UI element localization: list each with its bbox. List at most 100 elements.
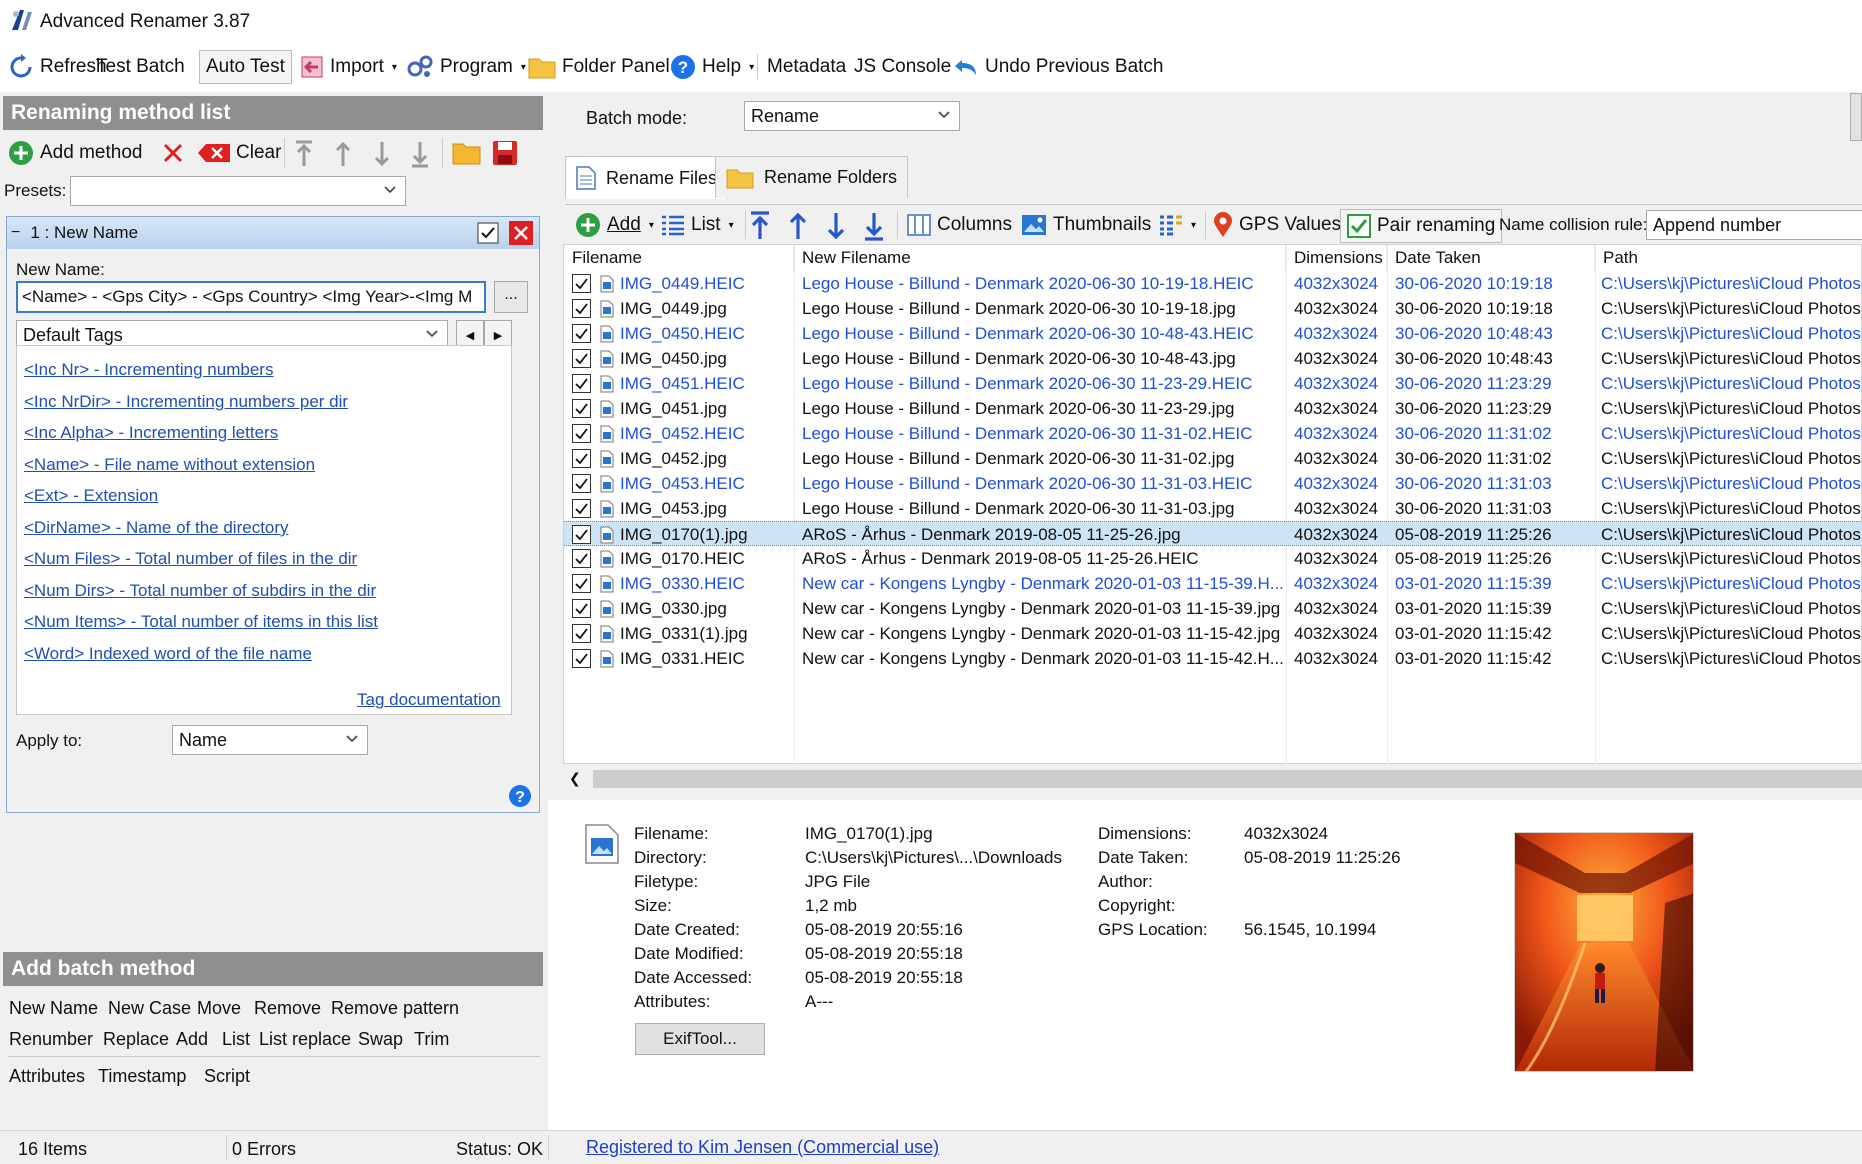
scrollbar-thumb[interactable]	[593, 770, 1862, 788]
column-header-path[interactable]: Path	[1595, 245, 1862, 271]
batch-method-replace[interactable]: Replace	[103, 1029, 169, 1050]
tab-rename-files[interactable]: Rename Files	[565, 156, 729, 199]
tag-link[interactable]: <Inc NrDir> - Incrementing numbers per d…	[24, 392, 348, 412]
new-name-input[interactable]: <Name> - <Gps City> - <Gps Country> <Img…	[16, 281, 486, 313]
auto-test-toggle[interactable]: Auto Test	[199, 50, 292, 84]
table-row[interactable]: IMG_0450.HEIC Lego House - Billund - Denm…	[564, 321, 1862, 346]
method-help-icon[interactable]: ?	[508, 784, 532, 808]
row-checkbox[interactable]	[572, 271, 591, 296]
row-checkbox[interactable]	[572, 596, 591, 621]
folder-panel-button[interactable]: Folder Panel	[528, 46, 670, 88]
row-checkbox[interactable]	[572, 396, 591, 421]
table-row[interactable]: IMG_0451.HEIC Lego House - Billund - Denm…	[564, 371, 1862, 396]
batch-method-new-name[interactable]: New Name	[9, 998, 98, 1019]
program-menu[interactable]: Program ▾	[406, 46, 526, 88]
scroll-left-icon[interactable]: ❮	[569, 770, 581, 787]
view-mode-menu[interactable]: ▾	[1159, 205, 1196, 245]
thumbnails-button[interactable]: Thumbnails	[1021, 205, 1151, 245]
pair-renaming-toggle[interactable]: Pair renaming	[1340, 209, 1503, 243]
batch-method-attributes[interactable]: Attributes	[9, 1066, 85, 1087]
js-console-button[interactable]: JS Console	[854, 46, 951, 88]
row-checkbox[interactable]	[572, 371, 591, 396]
method-enabled-checkbox[interactable]	[477, 222, 499, 244]
row-checkbox[interactable]	[572, 546, 591, 571]
tag-link[interactable]: <Inc Nr> - Incrementing numbers	[24, 360, 273, 380]
batch-method-list[interactable]: List	[222, 1029, 250, 1050]
browse-button[interactable]: ...	[494, 281, 528, 313]
tag-link[interactable]: <Word> Indexed word of the file name	[24, 644, 312, 664]
move-down-icon[interactable]	[372, 140, 392, 168]
move-bottom-icon[interactable]	[410, 140, 430, 168]
move-top-icon[interactable]	[294, 140, 314, 168]
tag-documentation-link[interactable]: Tag documentation	[357, 690, 501, 710]
tab-rename-folders[interactable]: Rename Folders	[715, 156, 909, 198]
row-checkbox[interactable]	[572, 296, 591, 321]
method-header[interactable]: − 1 : New Name	[7, 217, 539, 249]
tag-link[interactable]: <DirName> - Name of the directory	[24, 518, 289, 538]
table-row[interactable]: IMG_0170.HEIC ARoS - Århus - Denmark 2019…	[564, 546, 1862, 571]
horizontal-scrollbar[interactable]: ❮	[563, 764, 1862, 794]
row-checkbox[interactable]	[572, 446, 591, 471]
delete-icon[interactable]	[162, 142, 184, 164]
row-checkbox[interactable]	[572, 496, 591, 521]
tag-link[interactable]: <Ext> - Extension	[24, 486, 158, 506]
table-row[interactable]: IMG_0331(1).jpg New car - Kongens Lyngby …	[564, 621, 1862, 646]
column-header-new-filename[interactable]: New Filename	[794, 245, 1286, 271]
move-up-icon[interactable]	[787, 211, 809, 241]
name-collision-dropdown[interactable]: Append number	[1646, 210, 1862, 240]
batch-method-new-case[interactable]: New Case	[108, 998, 191, 1019]
move-bottom-icon[interactable]	[863, 211, 885, 241]
move-up-icon[interactable]	[333, 140, 353, 168]
add-method-button[interactable]: Add method	[8, 134, 142, 172]
batch-method-swap[interactable]: Swap	[358, 1029, 403, 1050]
help-menu[interactable]: ? Help ▾	[670, 46, 754, 88]
batch-method-list-replace[interactable]: List replace	[259, 1029, 351, 1050]
collapse-icon[interactable]: −	[11, 224, 20, 242]
batch-method-timestamp[interactable]: Timestamp	[98, 1066, 186, 1087]
tag-link[interactable]: <Num Files> - Total number of files in t…	[24, 549, 357, 569]
refresh-button[interactable]: Refresh	[8, 46, 107, 88]
registration-link[interactable]: Registered to Kim Jensen (Commercial use…	[586, 1137, 939, 1158]
row-checkbox[interactable]	[572, 471, 591, 496]
table-row[interactable]: IMG_0452.jpg Lego House - Billund - Denma…	[564, 446, 1862, 471]
table-row[interactable]: IMG_0449.jpg Lego House - Billund - Denma…	[564, 296, 1862, 321]
save-icon[interactable]	[492, 140, 518, 166]
table-row[interactable]: IMG_0330.HEIC New car - Kongens Lyngby - …	[564, 571, 1862, 596]
column-header-filename[interactable]: Filename	[564, 245, 794, 271]
table-row[interactable]: IMG_0450.jpg Lego House - Billund - Denma…	[564, 346, 1862, 371]
tag-link[interactable]: <Num Dirs> - Total number of subdirs in …	[24, 581, 376, 601]
table-row[interactable]: IMG_0451.jpg Lego House - Billund - Denma…	[564, 396, 1862, 421]
import-menu[interactable]: Import ▾	[300, 46, 397, 88]
batch-mode-dropdown[interactable]: Rename	[744, 101, 960, 131]
batch-method-trim[interactable]: Trim	[414, 1029, 449, 1050]
batch-method-add[interactable]: Add	[176, 1029, 208, 1050]
start-batch-button[interactable]	[1850, 93, 1862, 141]
open-folder-icon[interactable]	[452, 140, 482, 166]
table-row[interactable]: IMG_0453.HEIC Lego House - Billund - Denm…	[564, 471, 1862, 496]
column-header-date-taken[interactable]: Date Taken	[1387, 245, 1595, 271]
row-checkbox[interactable]	[572, 646, 591, 671]
batch-method-renumber[interactable]: Renumber	[9, 1029, 93, 1050]
exiftool-button[interactable]: ExifTool...	[635, 1023, 765, 1055]
column-header-dimensions[interactable]: Dimensions	[1286, 245, 1387, 271]
gps-values-button[interactable]: GPS Values	[1213, 205, 1341, 245]
row-checkbox[interactable]	[572, 522, 591, 547]
batch-method-script[interactable]: Script	[204, 1066, 250, 1087]
method-remove-button[interactable]	[509, 221, 533, 245]
row-checkbox[interactable]	[572, 346, 591, 371]
clear-button[interactable]: Clear	[198, 134, 281, 172]
apply-to-dropdown[interactable]: Name	[172, 725, 368, 755]
batch-method-remove[interactable]: Remove	[254, 998, 321, 1019]
table-row[interactable]: IMG_0330.jpg New car - Kongens Lyngby - D…	[564, 596, 1862, 621]
tag-link[interactable]: <Inc Alpha> - Incrementing letters	[24, 423, 278, 443]
row-checkbox[interactable]	[572, 621, 591, 646]
move-top-icon[interactable]	[749, 211, 771, 241]
table-row[interactable]: IMG_0331.HEIC New car - Kongens Lyngby - …	[564, 646, 1862, 671]
add-files-menu[interactable]: Add ▾	[575, 205, 654, 245]
presets-dropdown[interactable]	[70, 176, 406, 206]
row-checkbox[interactable]	[572, 421, 591, 446]
tag-link[interactable]: <Name> - File name without extension	[24, 455, 315, 475]
undo-previous-batch-button[interactable]: Undo Previous Batch	[953, 46, 1164, 88]
table-row[interactable]: IMG_0449.HEIC Lego House - Billund - Denm…	[564, 271, 1862, 296]
tag-link[interactable]: <Num Items> - Total number of items in t…	[24, 612, 378, 632]
